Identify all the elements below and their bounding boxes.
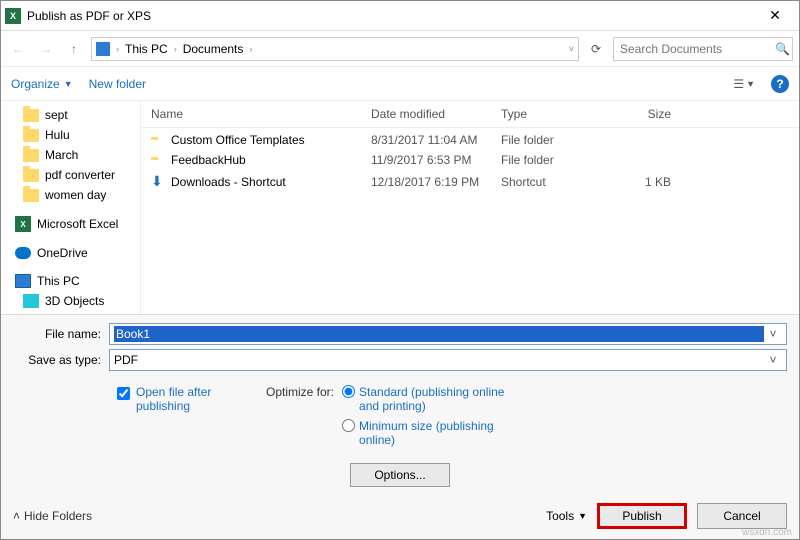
sidebar-item-march[interactable]: March: [1, 145, 140, 165]
forward-button[interactable]: →: [35, 38, 57, 60]
col-name[interactable]: Name: [151, 107, 371, 121]
cancel-button[interactable]: Cancel: [697, 503, 787, 529]
options-button[interactable]: Options...: [350, 463, 450, 487]
chevron-down-icon: ▼: [64, 79, 73, 89]
up-button[interactable]: ↑: [63, 38, 85, 60]
folder-icon: [23, 169, 39, 182]
file-row[interactable]: Custom Office Templates 8/31/2017 11:04 …: [141, 130, 799, 150]
chevron-right-icon[interactable]: ›: [116, 44, 119, 54]
chevron-down-icon[interactable]: ˅: [569, 44, 574, 54]
filename-row: File name: ˅: [13, 323, 787, 345]
chevron-down-icon: ▼: [578, 511, 587, 521]
col-date[interactable]: Date modified: [371, 107, 501, 121]
filename-dropdown[interactable]: ˅: [764, 327, 782, 341]
footer: ˄ Hide Folders Tools ▼ Publish Cancel: [1, 493, 799, 539]
nav-bar: ← → ↑ › This PC › Documents › ˅ ⟳ 🔍: [1, 31, 799, 67]
folder-icon: [23, 109, 39, 122]
sidebar-item-this-pc[interactable]: This PC: [1, 271, 140, 291]
open-after-input[interactable]: [117, 387, 130, 400]
refresh-button[interactable]: ⟳: [585, 38, 607, 60]
search-icon[interactable]: 🔍: [775, 42, 790, 56]
sidebar-item-women-day[interactable]: women day: [1, 185, 140, 205]
optimize-standard-radio[interactable]: Standard (publishing online and printing…: [342, 385, 509, 413]
folder-icon: [23, 129, 39, 142]
excel-app-icon: X: [5, 8, 21, 24]
chevron-up-icon: ˄: [13, 509, 20, 523]
titlebar: X Publish as PDF or XPS ✕: [1, 1, 799, 31]
folder-icon: [23, 189, 39, 202]
filename-label: File name:: [13, 327, 101, 341]
dialog-window: X Publish as PDF or XPS ✕ ← → ↑ › This P…: [0, 0, 800, 540]
file-pane: Name Date modified Type Size Custom Offi…: [141, 101, 799, 314]
pc-icon: [15, 274, 31, 288]
chevron-right-icon[interactable]: ›: [174, 44, 177, 54]
crumb-root[interactable]: This PC: [121, 42, 172, 56]
watermark: wsxdn.com: [742, 527, 792, 538]
hide-folders-button[interactable]: ˄ Hide Folders: [13, 509, 92, 523]
back-button[interactable]: ←: [7, 38, 29, 60]
sidebar-item-excel[interactable]: XMicrosoft Excel: [1, 213, 140, 235]
window-title: Publish as PDF or XPS: [27, 9, 755, 23]
toolbar: Organize ▼ New folder ☰ ▼ ?: [1, 67, 799, 101]
search-input[interactable]: [620, 42, 775, 56]
filename-field[interactable]: ˅: [109, 323, 787, 345]
savetype-label: Save as type:: [13, 353, 101, 367]
onedrive-icon: [15, 247, 31, 259]
optimize-minimum-radio[interactable]: Minimum size (publishing online): [342, 419, 509, 447]
optimize-label: Optimize for:: [266, 385, 334, 447]
options-area: Open file after publishing Optimize for:…: [13, 375, 787, 453]
savetype-row: Save as type: PDF ˅: [13, 349, 787, 371]
organize-menu[interactable]: Organize ▼: [11, 77, 73, 91]
chevron-right-icon[interactable]: ›: [249, 44, 252, 54]
savetype-dropdown[interactable]: ˅: [764, 353, 782, 367]
optimize-group: Optimize for: Standard (publishing onlin…: [266, 385, 509, 447]
col-size[interactable]: Size: [591, 107, 671, 121]
crumb-current[interactable]: Documents: [179, 42, 248, 56]
column-headers: Name Date modified Type Size: [141, 101, 799, 128]
file-row[interactable]: FeedbackHub 11/9/2017 6:53 PM File folde…: [141, 150, 799, 170]
breadcrumb[interactable]: › This PC › Documents › ˅: [91, 37, 579, 61]
filename-input[interactable]: [114, 326, 764, 342]
file-list: Custom Office Templates 8/31/2017 11:04 …: [141, 128, 799, 314]
open-after-checkbox[interactable]: Open file after publishing: [117, 385, 226, 447]
sidebar-item-onedrive[interactable]: OneDrive: [1, 243, 140, 263]
view-options-button[interactable]: ☰ ▼: [733, 77, 755, 91]
bottom-panel: File name: ˅ Save as type: PDF ˅ Open fi…: [1, 314, 799, 493]
shortcut-icon: ⬇: [151, 173, 163, 189]
sidebar-item-3d-objects[interactable]: 3D Objects: [1, 291, 140, 311]
sidebar-item-pdf-converter[interactable]: pdf converter: [1, 165, 140, 185]
pc-icon: [96, 42, 110, 56]
body-split: sept Hulu March pdf converter women day …: [1, 101, 799, 314]
savetype-field[interactable]: PDF ˅: [109, 349, 787, 371]
sidebar: sept Hulu March pdf converter women day …: [1, 101, 141, 314]
sidebar-item-hulu[interactable]: Hulu: [1, 125, 140, 145]
excel-icon: X: [15, 216, 31, 232]
publish-button[interactable]: Publish: [597, 503, 687, 529]
col-type[interactable]: Type: [501, 107, 591, 121]
file-row[interactable]: ⬇ Downloads - Shortcut 12/18/2017 6:19 P…: [141, 170, 799, 193]
folder-icon: [23, 149, 39, 162]
savetype-value: PDF: [114, 353, 764, 367]
close-button[interactable]: ✕: [755, 7, 795, 24]
objects-icon: [23, 294, 39, 308]
sidebar-item-sept[interactable]: sept: [1, 105, 140, 125]
tools-menu[interactable]: Tools ▼: [546, 509, 587, 523]
new-folder-button[interactable]: New folder: [89, 77, 146, 91]
help-button[interactable]: ?: [771, 75, 789, 93]
search-box[interactable]: 🔍: [613, 37, 793, 61]
